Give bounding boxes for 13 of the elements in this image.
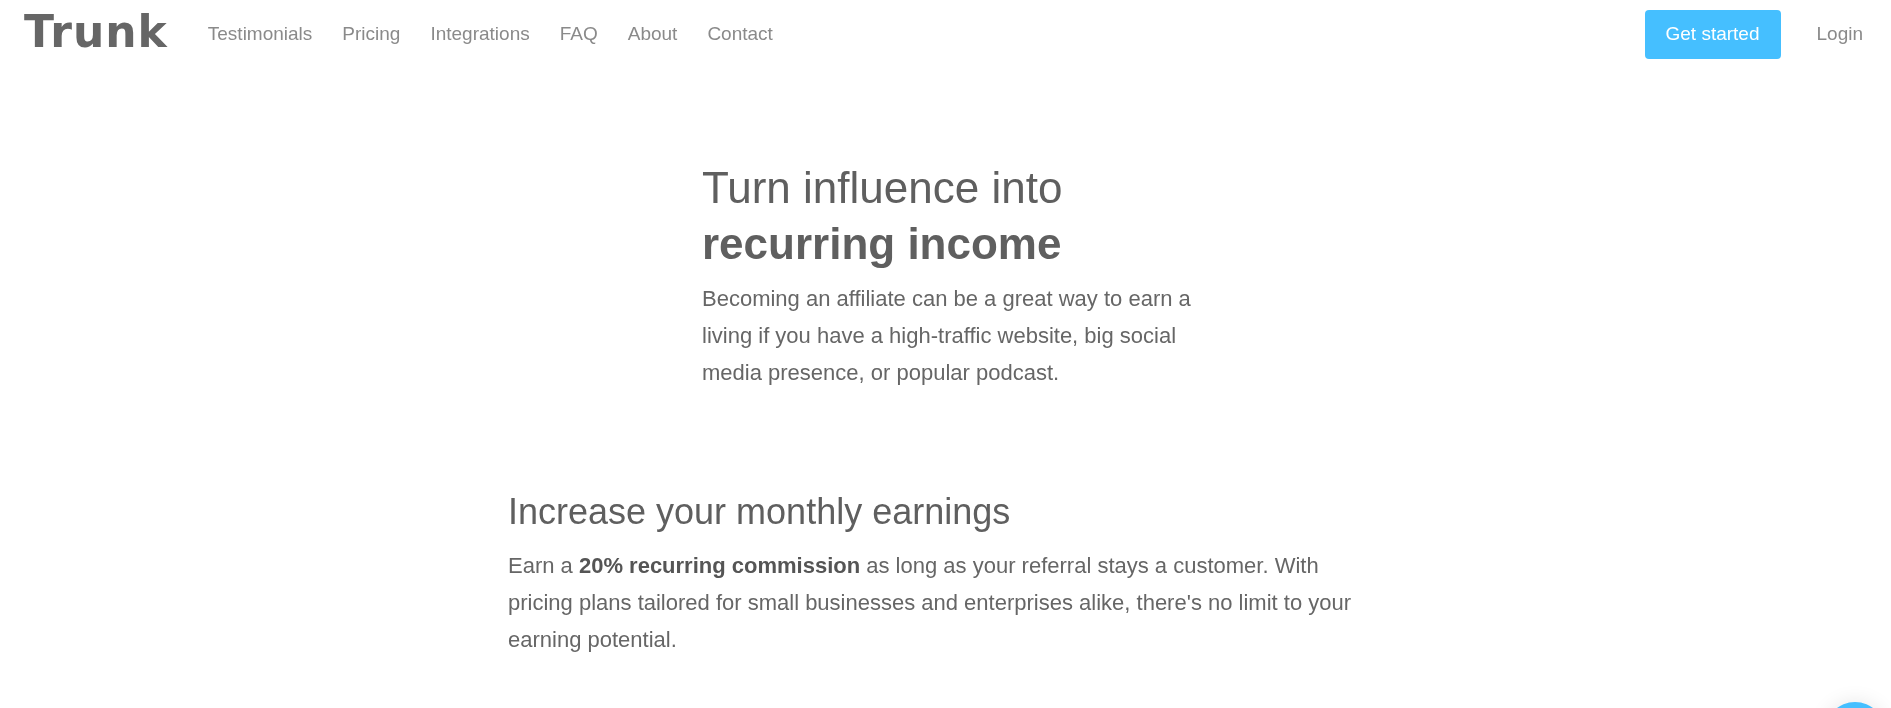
nav-link[interactable]: Contact xyxy=(707,23,773,45)
login-link[interactable]: Login xyxy=(1816,23,1863,45)
hero-title: Turn influence into recurring income xyxy=(702,162,1064,270)
nav-link[interactable]: FAQ xyxy=(559,23,598,45)
nav-link[interactable]: About xyxy=(627,23,678,45)
hero-text: Becoming an affiliate can be a great way to earn a living if you have a high-traffic website, big social media presence, or popular podcast. xyxy=(702,285,1192,387)
logo[interactable]: Trunk xyxy=(24,10,168,54)
section-text: Earn a 20% recurring commission as long as your referral stays a customer. With pricing plans tailored for small businesses and enterprises alike, there's no limit to your earning potential. xyxy=(508,552,1353,654)
nav-link[interactable]: Testimonials xyxy=(207,23,313,45)
nav-link[interactable]: Integrations xyxy=(430,23,530,45)
nav-link[interactable]: Pricing xyxy=(342,23,401,45)
get-started-button[interactable]: Get started xyxy=(1644,9,1781,59)
section-heading: Increase your monthly earnings xyxy=(508,491,1012,533)
